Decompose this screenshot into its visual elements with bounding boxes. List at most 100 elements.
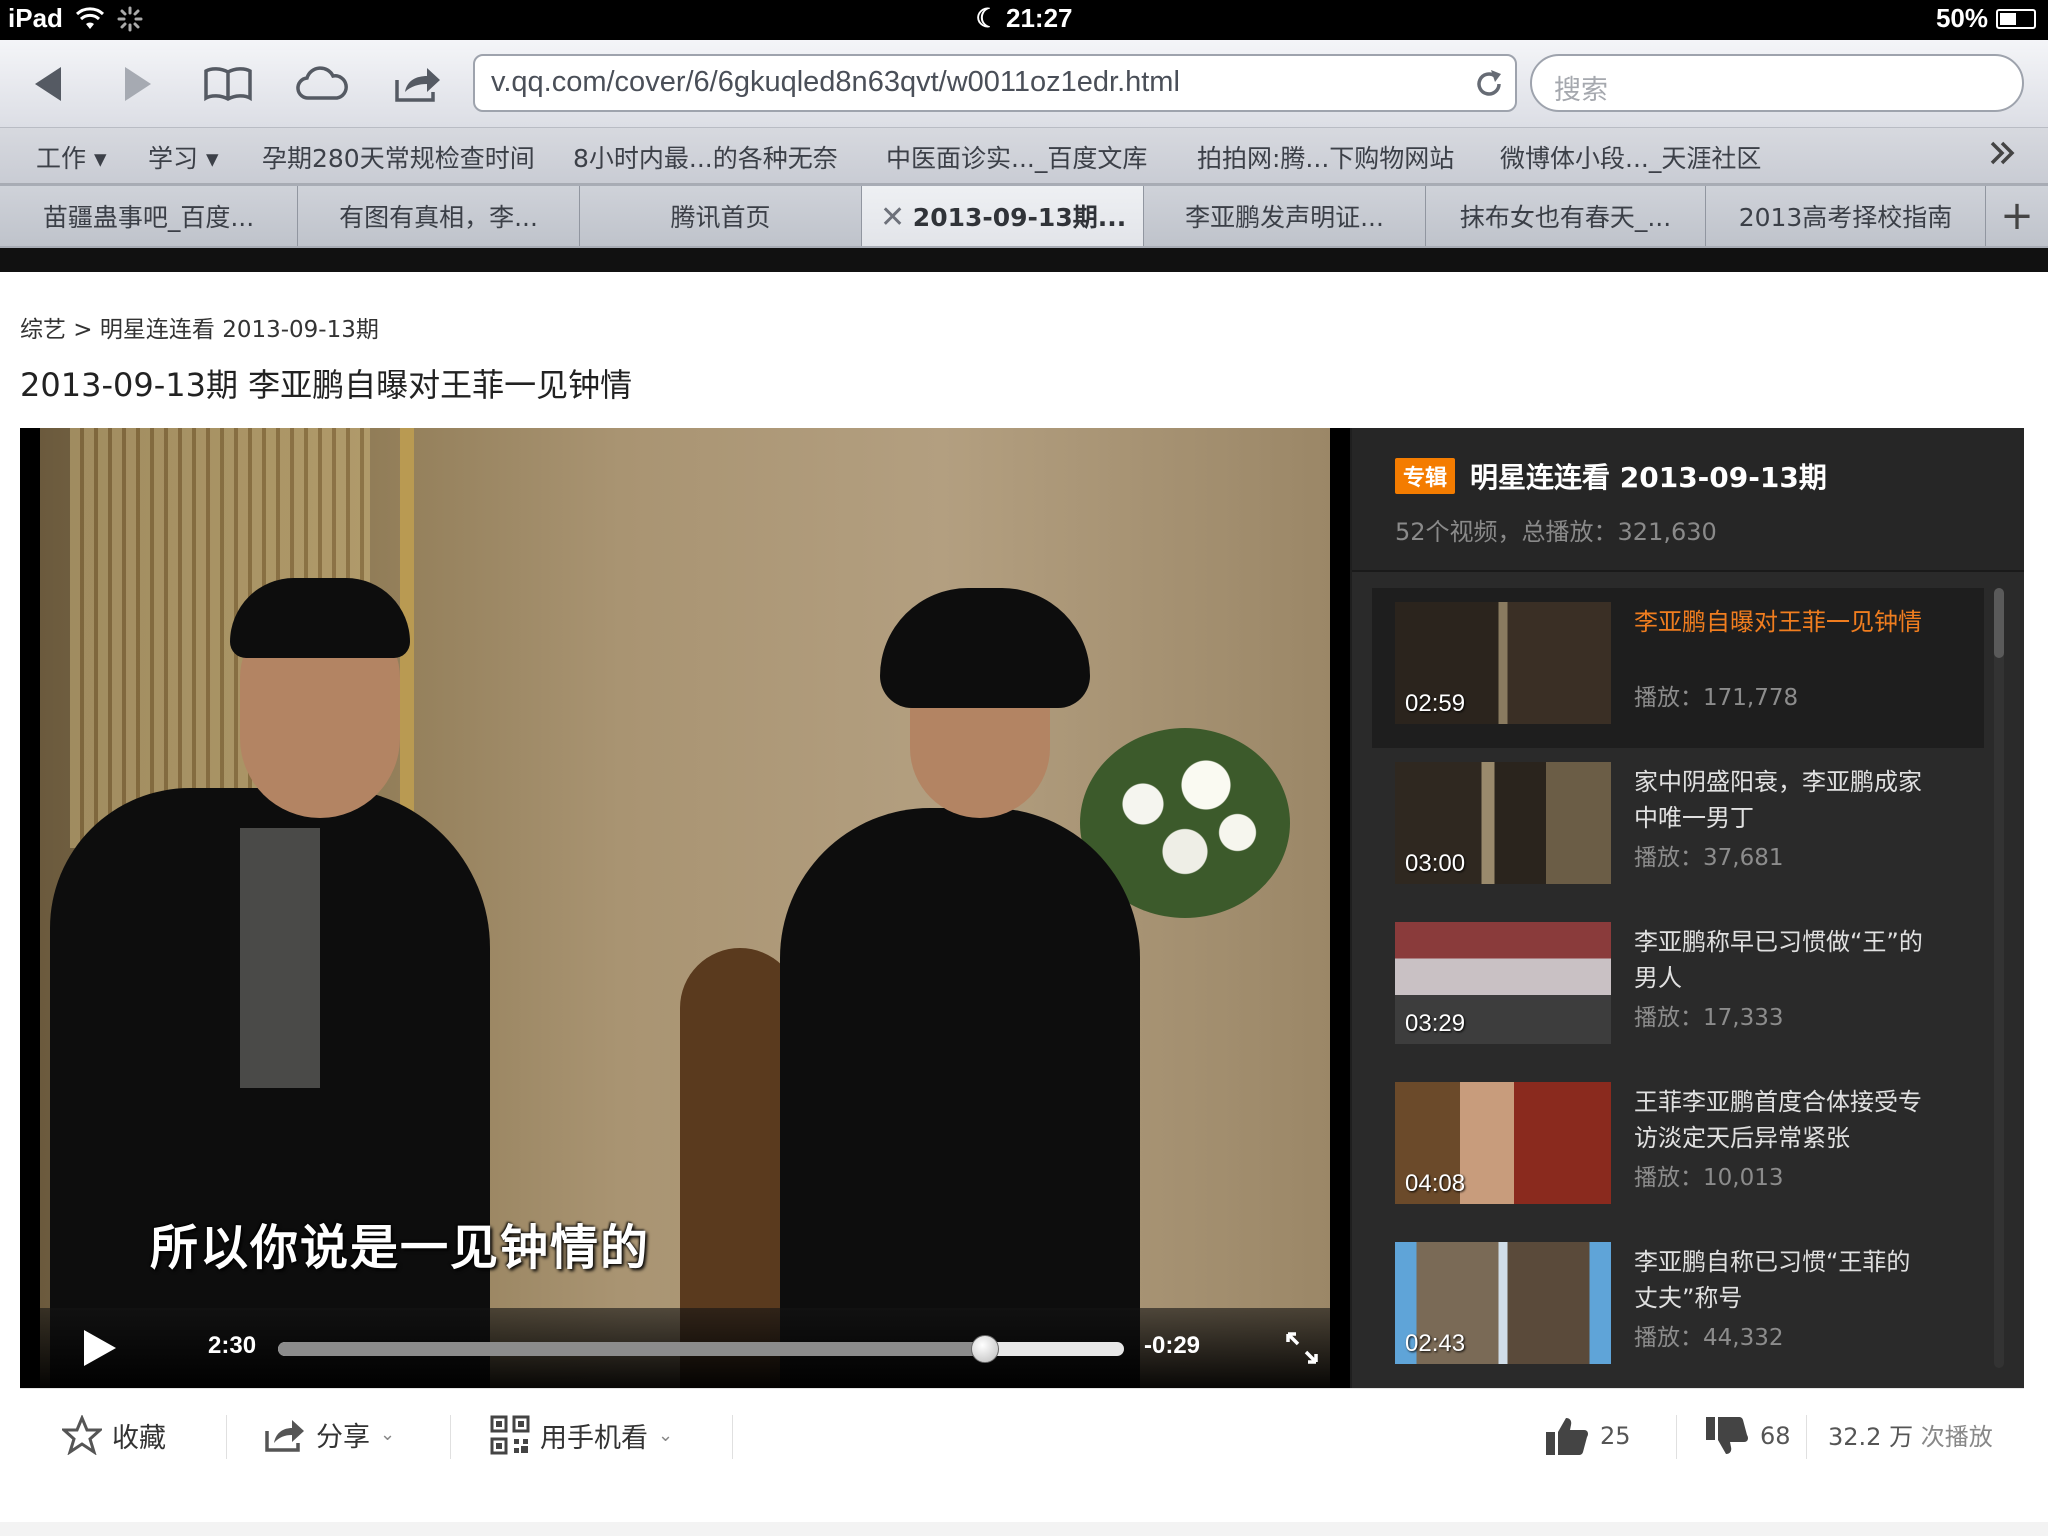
forward-arrow-icon <box>125 67 151 101</box>
player-controls: 2:30 -0:29 <box>40 1308 1330 1388</box>
breadcrumb[interactable]: 综艺 > 明星连连看 2013-09-13期 <box>20 310 379 344</box>
play-button[interactable] <box>84 1330 116 1366</box>
double-chevron-icon <box>1990 141 2015 165</box>
tab-label: 2013高考择校指南 <box>1738 203 1953 232</box>
fullscreen-button[interactable] <box>1282 1328 1322 1368</box>
divider <box>450 1415 451 1459</box>
tab-item[interactable]: 腾讯首页 <box>580 186 862 246</box>
play-count: 播放：171,778 <box>1634 685 1799 711</box>
scrollbar-thumb[interactable] <box>1994 588 2004 658</box>
album-badge: 专辑 <box>1395 458 1456 494</box>
view-count-unit: 次播放 <box>1920 1423 1993 1451</box>
tab-label: 2013-09-13期... <box>912 203 1127 232</box>
video-frame[interactable]: 所以你说是一见钟情的 <box>40 428 1330 1388</box>
play-count: 播放：17,333 <box>1634 1005 1784 1031</box>
reload-button[interactable] <box>1471 66 1507 102</box>
video-thumbnail: 02:59 <box>1395 602 1611 724</box>
person-right-hair <box>880 588 1090 708</box>
divider <box>226 1415 227 1459</box>
bookmark-folder-work[interactable]: 工作 ▾ <box>36 139 107 175</box>
url-text[interactable]: v.qq.com/cover/6/6gkuqled8n63qvt/w0011oz… <box>491 66 1180 99</box>
tab-item[interactable]: 有图有真相，李... <box>298 186 580 246</box>
share-icon <box>265 1419 304 1452</box>
view-count-value: 32.2 万 <box>1828 1423 1914 1451</box>
share-action-button[interactable] <box>388 56 448 112</box>
tab-label: 有图有真相，李... <box>339 203 538 232</box>
playlist-header: 专辑 明星连连看 2013-09-13期 52个视频，总播放：321,630 <box>1352 428 2024 572</box>
divider <box>732 1415 733 1459</box>
tab-item[interactable]: 抹布女也有春天_... <box>1426 186 1706 246</box>
close-tab-icon[interactable]: ✕ <box>880 200 905 235</box>
new-tab-button[interactable]: + <box>1986 186 2048 246</box>
share-arrow-icon <box>395 68 440 102</box>
bookmark-folder-study[interactable]: 学习 ▾ <box>148 139 219 175</box>
status-time: 21:27 <box>1006 3 1073 33</box>
progress-knob[interactable] <box>971 1335 1000 1363</box>
bookmarks-button[interactable] <box>198 56 258 112</box>
playlist-item[interactable]: 03:00 家中阴盛阳衰，李亚鹏成家中唯一男丁 播放：37,681 <box>1372 748 1984 908</box>
favorite-button[interactable]: 收藏 <box>62 1415 166 1455</box>
duration: 02:59 <box>1405 690 1466 717</box>
tab-label: 李亚鹏发声明证... <box>1185 203 1384 232</box>
playlist-title[interactable]: 明星连连看 2013-09-13期 <box>1470 456 1827 496</box>
playlist-item[interactable]: 04:08 王菲李亚鹏首度合体接受专访淡定天后异常紧张 播放：10,013 <box>1372 1068 1984 1228</box>
thumbs-up-icon <box>1546 1418 1588 1455</box>
playlist-scrollbar[interactable] <box>1994 588 2004 1368</box>
person-left-shirt <box>240 828 320 1088</box>
back-button[interactable] <box>18 56 78 112</box>
playlist-item[interactable]: 02:59 李亚鹏自曝对王菲一见钟情 播放：171,778 <box>1372 588 1984 748</box>
tab-bar: 苗疆蛊事吧_百度... 有图有真相，李... 腾讯首页 ✕ 2013-09-13… <box>0 184 2048 248</box>
duration: 03:00 <box>1405 850 1466 877</box>
moon-icon: ☾ <box>975 3 1007 33</box>
favorite-label: 收藏 <box>112 1422 166 1454</box>
tab-item[interactable]: 苗疆蛊事吧_百度... <box>0 186 298 246</box>
elapsed-time: 2:30 <box>208 1332 257 1359</box>
bookmark-item[interactable]: 中医面诊实..._百度文库 <box>886 139 1147 175</box>
playlist-panel: 专辑 明星连连看 2013-09-13期 52个视频，总播放：321,630 0… <box>1352 428 2024 1388</box>
bookmark-item[interactable]: 8小时内最...的各种无奈 <box>573 139 838 175</box>
tab-item[interactable]: 李亚鹏发声明证... <box>1144 186 1426 246</box>
address-bar[interactable]: v.qq.com/cover/6/6gkuqled8n63qvt/w0011oz… <box>473 54 1517 112</box>
remaining-time: -0:29 <box>1144 1332 1201 1359</box>
duration: 02:43 <box>1405 1330 1466 1357</box>
like-button[interactable]: 25 <box>1544 1415 1631 1457</box>
playlist-meta: 52个视频，总播放：321,630 <box>1395 518 1717 546</box>
duration: 04:08 <box>1405 1170 1466 1197</box>
share-label: 分享 <box>316 1422 370 1453</box>
bookmark-item[interactable]: 孕期280天常规检查时间 <box>262 139 535 175</box>
bookmark-item[interactable]: 拍拍网:腾...下购物网站 <box>1197 139 1454 175</box>
playlist-item[interactable]: 03:29 李亚鹏称早已习惯做“王”的男人 播放：17,333 <box>1372 908 1984 1068</box>
bookmark-item[interactable]: 微博体小段..._天涯社区 <box>1500 139 1761 175</box>
expand-icon <box>1286 1332 1318 1364</box>
status-bar: iPad ☾ 21:27 50% <box>0 0 2048 40</box>
icloud-tabs-button[interactable] <box>292 56 352 112</box>
dislike-button[interactable]: 68 <box>1704 1415 1791 1457</box>
divider <box>1676 1415 1677 1459</box>
video-player[interactable]: 所以你说是一见钟情的 2:30 -0:29 » <box>20 428 1372 1388</box>
chevron-down-icon: ⌄ <box>380 1424 396 1445</box>
tab-item[interactable]: 2013高考择校指南 <box>1706 186 1986 246</box>
view-count: 32.2 万 次播放 <box>1828 1417 1993 1452</box>
battery-percent: 50% <box>1935 3 1988 33</box>
status-time-wrap: ☾ 21:27 <box>0 3 2048 34</box>
video-thumbnail: 03:00 <box>1395 762 1611 884</box>
like-count: 25 <box>1600 1422 1631 1450</box>
tab-item-active[interactable]: ✕ 2013-09-13期... <box>862 186 1144 246</box>
forward-button[interactable] <box>108 56 168 112</box>
bookmarks-overflow-button[interactable] <box>1988 138 2018 172</box>
reload-icon <box>1477 70 1501 96</box>
bookmarks-bar: 工作 ▾ 学习 ▾ 孕期280天常规检查时间 8小时内最...的各种无奈 中医面… <box>0 128 2048 184</box>
playlist-item[interactable]: 02:43 李亚鹏自称已习惯“王菲的丈夫”称号 播放：44,332 <box>1372 1228 1984 1388</box>
video-thumbnail: 03:29 <box>1395 922 1611 1044</box>
watch-on-mobile-button[interactable]: 用手机看 ⌄ <box>490 1415 673 1455</box>
play-count: 播放：10,013 <box>1634 1165 1784 1191</box>
video-thumbnail: 04:08 <box>1395 1082 1611 1204</box>
video-action-bar: 收藏 分享 ⌄ 用手机看 ⌄ 25 68 32.2 万 次播放 <box>20 1388 2024 1480</box>
search-field[interactable]: 搜索 <box>1530 54 2024 112</box>
cloud-icon <box>296 66 348 100</box>
thumbs-down-icon <box>1706 1417 1748 1454</box>
plus-icon: + <box>2000 193 2034 239</box>
share-button[interactable]: 分享 ⌄ <box>264 1415 395 1454</box>
video-thumbnail: 02:43 <box>1395 1242 1611 1364</box>
browser-toolbar: v.qq.com/cover/6/6gkuqled8n63qvt/w0011oz… <box>0 40 2048 128</box>
